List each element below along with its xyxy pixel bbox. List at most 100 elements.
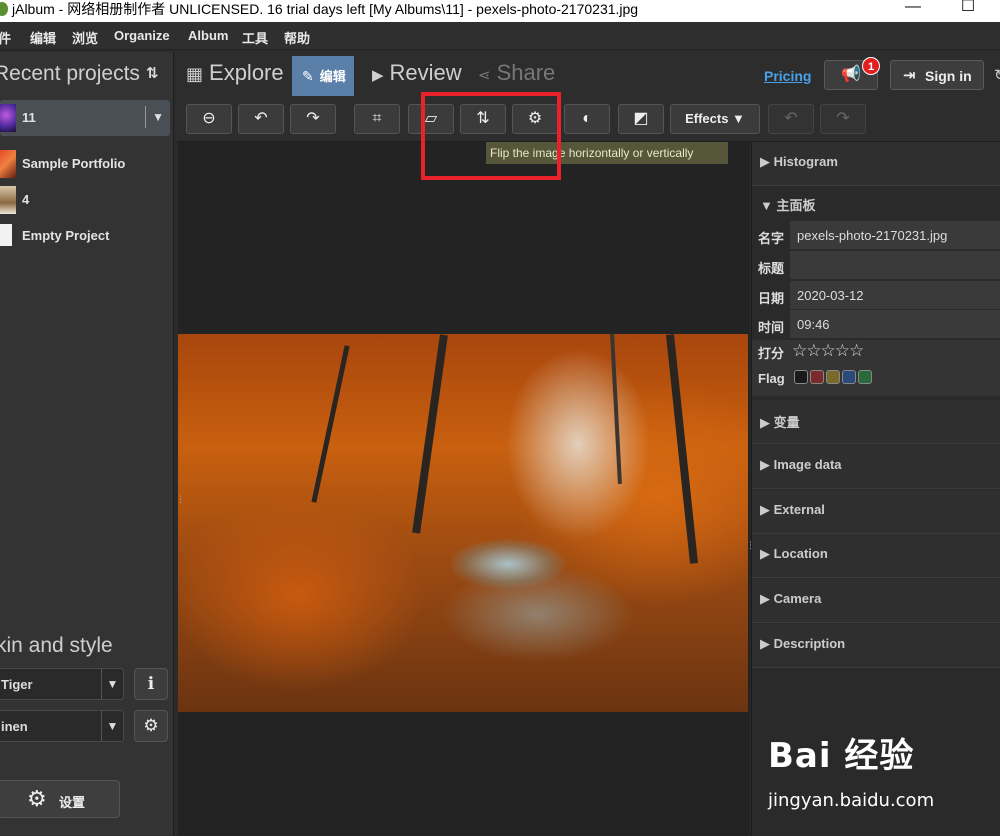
menu-file[interactable]: 件: [0, 28, 11, 47]
histogram-header: ▶ Histogram: [760, 154, 838, 169]
redo-button[interactable]: ↷: [820, 104, 866, 134]
flag-swatch-red[interactable]: [810, 370, 824, 384]
chevron-down-icon: ▼: [101, 669, 123, 699]
flag-swatch-yellow[interactable]: [826, 370, 840, 384]
notification-badge: 1: [862, 57, 880, 75]
project-thumbnail: [0, 150, 16, 178]
undo-icon: ↶: [784, 110, 798, 127]
pricing-link[interactable]: Pricing: [764, 68, 811, 84]
tab-edit[interactable]: ✎ 编辑: [292, 56, 354, 96]
project-item-empty[interactable]: Empty Project: [0, 218, 170, 254]
image-viewer[interactable]: ⋮ ⋮: [176, 142, 755, 836]
project-dropdown-icon[interactable]: ▼: [145, 106, 164, 128]
gear-icon: ⚙: [143, 716, 159, 735]
share-icon: ⋖: [478, 67, 491, 84]
sign-in-button[interactable]: ⇥ Sign in: [890, 60, 984, 90]
crop-icon: ⌗: [372, 110, 382, 127]
window-titlebar: jAlbum - 网络相册制作者 UNLICENSED. 16 trial da…: [0, 0, 1000, 22]
external-section[interactable]: ▶ External: [752, 490, 1000, 534]
menu-tools[interactable]: 工具: [242, 28, 268, 47]
exposure-button[interactable]: ◩: [618, 104, 664, 134]
menu-help[interactable]: 帮助: [284, 28, 310, 47]
field-value[interactable]: [790, 251, 1000, 279]
project-item-4[interactable]: 4: [0, 182, 170, 218]
megaphone-icon: 📢: [841, 66, 861, 83]
recent-projects-header: Recent projects: [0, 62, 140, 85]
skin-and-style-header: kin and style: [0, 634, 113, 657]
redo-icon: ↷: [836, 110, 850, 127]
project-item-sample-portfolio[interactable]: Sample Portfolio: [0, 146, 170, 182]
contrast-icon: ◐: [582, 110, 592, 127]
menu-bar: 件 编辑 浏览 Organize Album 工具 帮助: [0, 22, 1000, 50]
minimize-button[interactable]: —: [903, 0, 923, 18]
tab-share[interactable]: ⋖ Share: [478, 60, 555, 96]
refresh-icon[interactable]: ↻: [994, 66, 1000, 84]
field-key: 日期: [758, 291, 785, 306]
maximize-button[interactable]: ☐: [958, 0, 978, 18]
tree-trunk: [666, 334, 698, 564]
flag-label: Flag: [758, 371, 785, 386]
tab-explore[interactable]: ▦ Explore: [186, 60, 284, 96]
tab-review[interactable]: ▶ Review: [372, 60, 462, 96]
sign-in-label: Sign in: [925, 68, 972, 84]
variables-section[interactable]: ▶ 变量: [752, 400, 1000, 444]
settings-button[interactable]: ⚙ 设置: [0, 780, 120, 818]
rotate-right-icon: ↷: [306, 110, 320, 127]
right-splitter-handle[interactable]: ⋮: [746, 540, 755, 554]
field-key: 时间: [758, 320, 785, 335]
project-label: Sample Portfolio: [22, 156, 126, 171]
project-thumbnail: [0, 186, 16, 214]
watermark-brand: Bai 经验: [768, 736, 915, 776]
crop-button[interactable]: ⌗: [354, 104, 400, 134]
main-panel-header: ▼ 主面板: [760, 198, 816, 213]
left-splitter-handle[interactable]: ⋮: [176, 494, 185, 508]
play-icon: ▶: [372, 67, 384, 84]
rotate-left-icon: ↶: [254, 110, 268, 127]
flag-swatch-black[interactable]: [794, 370, 808, 384]
rating-stars[interactable]: ☆☆☆☆☆: [792, 341, 864, 361]
settings-label: 设置: [59, 795, 86, 810]
undo-button[interactable]: ↶: [768, 104, 814, 134]
rotate-right-button[interactable]: ↷: [290, 104, 336, 134]
flag-colors: [794, 370, 874, 387]
menu-album[interactable]: Album: [188, 28, 228, 43]
field-value[interactable]: 09:46: [790, 310, 1000, 338]
field-value[interactable]: 2020-03-12: [790, 281, 1000, 309]
rotate-left-button[interactable]: ↶: [238, 104, 284, 134]
flag-swatch-blue[interactable]: [842, 370, 856, 384]
camera-section[interactable]: ▶ Camera: [752, 579, 1000, 623]
info-icon: ℹ: [147, 674, 155, 693]
chevron-down-icon: ▼: [101, 711, 123, 741]
project-label: 11: [22, 110, 36, 125]
location-section[interactable]: ▶ Location: [752, 534, 1000, 578]
flag-swatch-green[interactable]: [858, 370, 872, 384]
tab-explore-label: Explore: [209, 60, 284, 85]
tree-trunk: [412, 334, 448, 534]
tab-share-label: Share: [496, 60, 556, 85]
effects-button[interactable]: Effects ▼: [670, 104, 760, 134]
tab-review-label: Review: [389, 60, 462, 85]
contrast-button[interactable]: ◐: [564, 104, 610, 134]
field-key: 标题: [758, 261, 785, 276]
grid-icon: ▦: [186, 64, 204, 84]
style-settings-button[interactable]: ⚙: [134, 710, 168, 742]
menu-browse[interactable]: 浏览: [72, 28, 98, 47]
window-title: jAlbum - 网络相册制作者 UNLICENSED. 16 trial da…: [12, 1, 639, 17]
description-section[interactable]: ▶ Description: [752, 624, 1000, 668]
sort-icon[interactable]: ⇅: [146, 64, 159, 82]
field-value[interactable]: pexels-photo-2170231.jpg: [790, 221, 1000, 249]
image-data-section[interactable]: ▶ Image data: [752, 445, 1000, 489]
top-nav: ▦ Explore ✎ 编辑 ▶ Review ⋖ Share Pricing 📢 1 …: [176, 52, 1000, 98]
project-item-11[interactable]: 11 ▼: [0, 100, 170, 136]
field-date: 日期 2020-03-12: [752, 281, 1000, 310]
style-select[interactable]: inen ▼: [0, 710, 124, 742]
zoom-out-button[interactable]: ⊖: [186, 104, 232, 134]
rating-label: 打分: [758, 346, 785, 361]
menu-edit[interactable]: 编辑: [30, 28, 56, 47]
skin-select[interactable]: Tiger ▼: [0, 668, 124, 700]
skin-info-button[interactable]: ℹ: [134, 668, 168, 700]
pencil-icon: ✎: [302, 68, 314, 84]
main-panel-section[interactable]: ▼ 主面板: [752, 187, 1000, 219]
histogram-section[interactable]: ▶ Histogram: [752, 142, 1000, 186]
menu-organize[interactable]: Organize: [114, 28, 170, 43]
